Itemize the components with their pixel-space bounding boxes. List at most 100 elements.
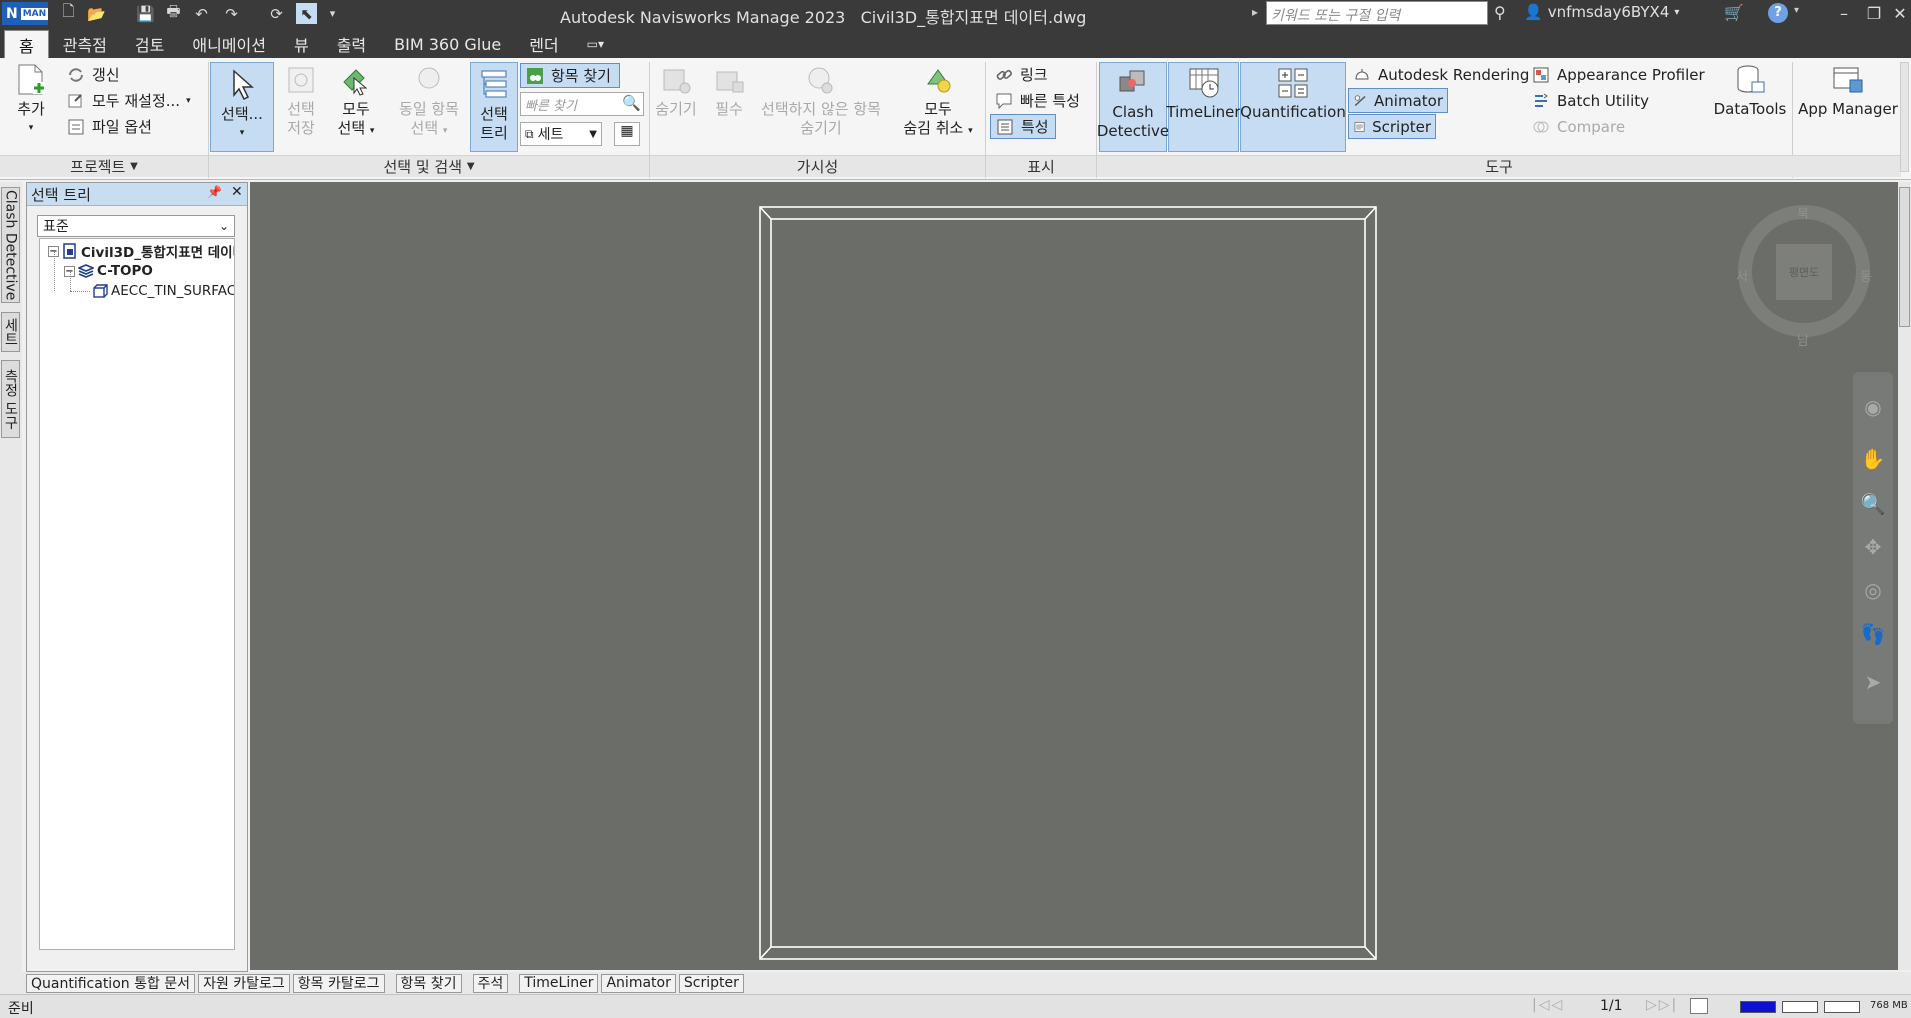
quick-access-dropdown-icon[interactable]: ▾ xyxy=(322,3,343,24)
steering-wheel-icon[interactable]: ◉ xyxy=(1860,395,1886,421)
require-button[interactable]: 필수 xyxy=(706,62,752,152)
add-button[interactable]: 추가 ▾ xyxy=(6,62,56,152)
redo-icon[interactable]: ↷ xyxy=(221,3,242,24)
help-dropdown-icon[interactable]: ▾ xyxy=(1794,5,1799,16)
undo-icon[interactable]: ↶ xyxy=(191,3,212,24)
tab-measure-tools[interactable]: 측정 도구 xyxy=(1,360,20,438)
quick-find-search-icon[interactable]: 🔍 xyxy=(622,94,641,112)
tab-properties[interactable] xyxy=(1899,187,1910,327)
tab-clash-detective[interactable]: Clash Detective xyxy=(1,187,20,303)
tree-item[interactable]: AECC_TIN_SURFACE xyxy=(92,281,234,301)
minimize-icon[interactable]: – xyxy=(1830,2,1858,24)
scripter-button[interactable]: Scripter xyxy=(1348,114,1436,139)
refresh-icon xyxy=(69,67,83,82)
print-icon[interactable]: 🖶 xyxy=(163,2,184,24)
tab-bim360-glue[interactable]: BIM 360 Glue xyxy=(380,30,515,58)
batch-utility-button[interactable]: Batch Utility xyxy=(1527,88,1653,113)
restore-icon[interactable]: ❐ xyxy=(1860,2,1888,24)
select-arrow-icon[interactable]: ➤ xyxy=(1860,670,1886,696)
ribbon-options-icon[interactable]: ▭▾ xyxy=(573,30,618,58)
panel-label-select-search[interactable]: 선택 및 검색 ▼ xyxy=(209,155,649,177)
refresh-icon[interactable]: ⟳ xyxy=(266,3,287,24)
tab-animation[interactable]: 애니메이션 xyxy=(178,30,280,58)
tab-review[interactable]: 검토 xyxy=(121,30,178,58)
pan-hand-icon[interactable]: ✋ xyxy=(1860,447,1886,473)
orbit-icon[interactable]: ✥ xyxy=(1860,535,1886,561)
sets-dropdown[interactable]: ⧉ 세트 ▼ xyxy=(520,122,602,146)
look-around-icon[interactable]: ◎ xyxy=(1860,578,1886,604)
select-same-button[interactable]: 동일 항목 선택 ▾ xyxy=(388,62,470,152)
compare-button[interactable]: Compare xyxy=(1527,114,1629,139)
username: vnfmsday6BYX4 xyxy=(1547,3,1670,21)
search-expand-icon[interactable]: ▸ xyxy=(1252,5,1258,19)
hide-unselected-button[interactable]: 선택하지 않은 항목 숨기기 xyxy=(752,62,890,152)
reset-all-button[interactable]: 모두 재설정... ▾ xyxy=(62,88,195,113)
cart-icon[interactable]: 🛒 xyxy=(1724,3,1744,22)
zoom-window-icon[interactable]: 🔍 xyxy=(1860,492,1886,518)
selection-tree-button[interactable]: 선택 트리 xyxy=(470,62,518,152)
pin-icon[interactable]: 📌 xyxy=(207,185,222,199)
animator-button[interactable]: Animator xyxy=(1348,88,1448,113)
compass-south[interactable]: 남 xyxy=(1797,330,1809,349)
tree-mode-select[interactable]: 표준 ⌄ xyxy=(37,215,235,237)
search-input[interactable]: 키워드 또는 구절 입력 xyxy=(1266,1,1488,25)
app-manager-button[interactable]: App Manager xyxy=(1796,62,1900,152)
tab-output[interactable]: 출력 xyxy=(323,30,380,58)
panel-label-project[interactable]: 프로젝트 ▼ xyxy=(0,155,208,177)
tab-render[interactable]: 렌더 xyxy=(515,30,572,58)
datatools-button[interactable]: DataTools xyxy=(1710,62,1790,152)
new-file-icon[interactable]: 🗋 xyxy=(58,2,79,24)
close-icon[interactable]: ✕ xyxy=(231,184,243,200)
file-options-button[interactable]: 파일 옵션 xyxy=(62,114,156,139)
select-all-button[interactable]: 모두 선택 ▾ xyxy=(330,62,382,152)
tab-viewpoint[interactable]: 관측점 xyxy=(49,30,121,58)
quick-properties-button[interactable]: 빠른 특성 xyxy=(990,88,1084,113)
tab-comments[interactable]: 주석 xyxy=(472,973,509,993)
tab-find-items[interactable]: 항목 찾기 xyxy=(395,973,462,993)
page-indicator: 1/1 xyxy=(1600,998,1623,1014)
user-menu[interactable]: 👤 vnfmsday6BYX4 ▾ xyxy=(1524,3,1679,21)
properties-button[interactable]: 특성 xyxy=(990,114,1056,139)
find-items-button[interactable]: 항목 찾기 xyxy=(520,63,620,88)
select-button[interactable]: 선택... ▾ xyxy=(210,62,274,152)
walk-icon[interactable]: 👣 xyxy=(1860,622,1886,648)
tab-home[interactable]: 홈 xyxy=(4,30,49,58)
clash-detective-button[interactable]: Clash Detective xyxy=(1097,62,1169,152)
scene-viewport[interactable] xyxy=(250,182,1898,970)
tree-item[interactable]: − C-TOPO xyxy=(64,261,153,281)
tab-resource-catalog[interactable]: 자원 카탈로그 xyxy=(198,973,290,993)
unhide-all-button[interactable]: 모두 숨김 취소 ▾ xyxy=(896,62,980,152)
links-button[interactable]: 링크 xyxy=(990,62,1052,87)
manage-sets-icon[interactable]: ▦ xyxy=(614,122,640,146)
save-icon[interactable]: 💾 xyxy=(135,3,156,24)
sheet-browser-icon[interactable] xyxy=(1690,998,1708,1014)
compass-west[interactable]: 서 xyxy=(1736,266,1748,285)
quantification-button[interactable]: Quantification xyxy=(1240,62,1346,152)
compass-east[interactable]: 동 xyxy=(1860,266,1872,285)
compass-north[interactable]: 북 xyxy=(1797,203,1809,222)
tab-view[interactable]: 뷰 xyxy=(280,30,323,58)
first-sheet-icon[interactable]: |◁◁ xyxy=(1532,997,1564,1013)
tab-item-catalog[interactable]: 항목 카탈로그 xyxy=(292,973,385,993)
ribbon-scroll[interactable] xyxy=(1900,62,1909,172)
viewcube[interactable]: 평면도 xyxy=(1776,244,1832,300)
select-cursor-icon[interactable]: ⬉ xyxy=(296,3,317,24)
tab-sets[interactable]: 세트 xyxy=(1,312,20,352)
save-selection-button[interactable]: 선택 저장 xyxy=(278,62,324,152)
tab-timeliner[interactable]: TimeLiner xyxy=(519,973,599,993)
hide-button[interactable]: 숨기기 xyxy=(650,62,702,152)
app-logo[interactable]: N MAN xyxy=(2,2,49,25)
refresh-button[interactable]: 갱신 xyxy=(62,62,124,87)
tree-item[interactable]: − Civil3D_통합지표면 데이터 xyxy=(48,241,234,261)
tab-animator[interactable]: Animator xyxy=(601,973,676,993)
close-window-icon[interactable]: ✕ xyxy=(1886,2,1911,24)
autodesk-rendering-button[interactable]: Autodesk Rendering xyxy=(1348,62,1533,87)
appearance-profiler-button[interactable]: Appearance Profiler xyxy=(1527,62,1709,87)
open-file-icon[interactable]: 📂 xyxy=(86,3,107,24)
last-sheet-icon[interactable]: ▷▷| xyxy=(1646,997,1678,1013)
tab-quantification-workbook[interactable]: Quantification 통합 문서 xyxy=(26,973,196,993)
tab-scripter[interactable]: Scripter xyxy=(678,973,744,993)
timeliner-button[interactable]: TimeLiner xyxy=(1166,62,1241,152)
binoculars-icon[interactable]: ⚲ xyxy=(1494,3,1506,22)
help-icon[interactable]: ? xyxy=(1768,3,1788,23)
